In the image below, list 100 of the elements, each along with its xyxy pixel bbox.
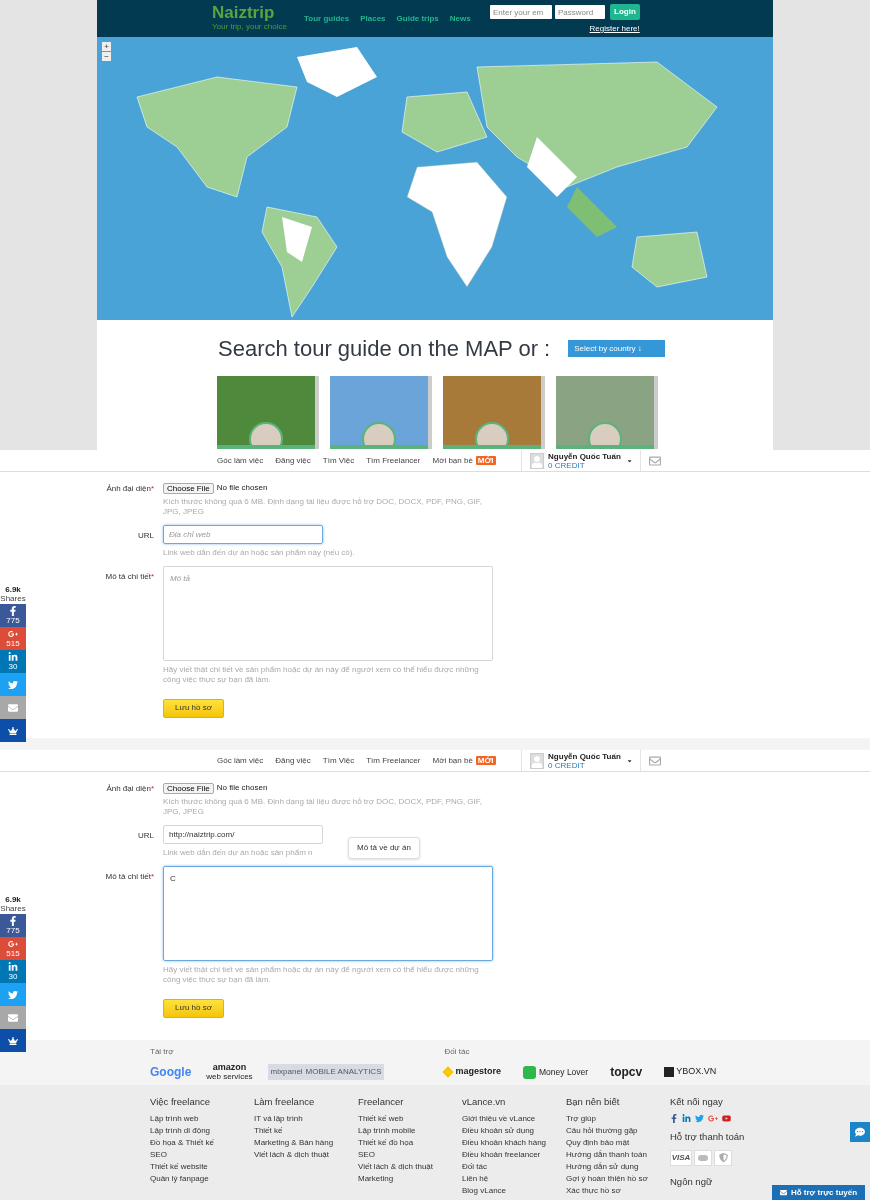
user-name[interactable]: Nguyễn Quốc Tuấn	[548, 751, 621, 761]
user-name[interactable]: Nguyễn Quốc Tuấn	[548, 451, 621, 461]
footer-link[interactable]: Điều khoản sử dụng	[462, 1125, 535, 1137]
footer-link[interactable]: Lập trình mobile	[358, 1125, 416, 1137]
password-field[interactable]: Password	[555, 5, 605, 19]
footer-link[interactable]: Điều khoản freelancer	[462, 1149, 541, 1161]
nav-link[interactable]: Places	[360, 13, 386, 25]
facebook-icon[interactable]	[670, 1114, 678, 1124]
description-field[interactable]: C	[163, 866, 493, 961]
email-field[interactable]: Enter your em	[490, 5, 552, 19]
ybox-logo: YBOX.VN	[664, 1065, 717, 1079]
shares-label: Shares	[0, 594, 26, 603]
field-label: Mô tả chi tiết*	[105, 871, 154, 883]
footer-link[interactable]: Thiết kế	[254, 1125, 283, 1137]
site-logo[interactable]: Naiztrip	[212, 4, 275, 22]
file-status: No file chosen	[216, 782, 268, 794]
search-title: Search tour guide on the MAP or :	[218, 335, 551, 363]
nav-link[interactable]: Mời bạn bè MỚI	[432, 454, 496, 467]
share-button[interactable]: 30	[0, 960, 26, 983]
share-button[interactable]: 775	[0, 604, 26, 627]
choose-file-button[interactable]: Choose File	[163, 482, 214, 494]
share-button[interactable]: 515	[0, 627, 26, 650]
footer-link[interactable]: Marketing & Bán hàng	[254, 1137, 334, 1149]
choose-file-button[interactable]: Choose File	[163, 782, 214, 794]
footer-link[interactable]: Viết lách & dịch thuật	[358, 1161, 433, 1173]
footer-heading: Ngôn ngữ	[670, 1174, 713, 1189]
footer-link[interactable]: Thiết kế web	[358, 1113, 404, 1125]
nav-link[interactable]: Đăng việc	[275, 454, 311, 467]
url-field[interactable]: http://naiztrip.com/	[163, 825, 323, 844]
amazon-logo: amazon web services	[206, 1063, 253, 1081]
url-field[interactable]: Địa chỉ web	[163, 525, 323, 544]
footer-heading: Làm freelance	[254, 1095, 315, 1109]
mail-icon[interactable]	[649, 454, 661, 467]
linkedin-icon[interactable]	[682, 1114, 691, 1124]
footer-link[interactable]: Thiết kế đồ họa	[358, 1137, 414, 1149]
save-button[interactable]: Lưu hồ sơ	[163, 998, 224, 1018]
nav-link[interactable]: Góc làm việc	[217, 754, 264, 767]
nav-link[interactable]: Tìm Việc	[322, 454, 355, 467]
footer-link[interactable]: IT và lập trình	[254, 1113, 303, 1125]
register-link[interactable]: Register here!	[589, 23, 640, 35]
twitter-icon[interactable]	[695, 1114, 704, 1124]
footer-link[interactable]: Gợi ý hoàn thiện hồ sơ	[566, 1173, 648, 1185]
nav-link[interactable]: Tìm Freelancer	[366, 454, 421, 467]
nav-link[interactable]: Mời bạn bè MỚI	[432, 754, 496, 767]
mail-icon[interactable]	[649, 754, 661, 767]
footer-link[interactable]: Lập trình di động	[150, 1125, 211, 1137]
section-label: Đối tác	[444, 1046, 470, 1058]
save-button[interactable]: Lưu hồ sơ	[163, 698, 224, 718]
footer-link[interactable]: Điều khoản khách hàng	[462, 1137, 547, 1149]
footer-link[interactable]: Blog vLance	[462, 1185, 507, 1197]
nav-link[interactable]: Đăng việc	[275, 754, 311, 767]
share-button[interactable]: 775	[0, 914, 26, 937]
footer-link[interactable]: Liên hệ	[462, 1173, 489, 1185]
footer-link[interactable]: Đồ họa & Thiết kế	[150, 1137, 214, 1149]
footer-link[interactable]: Trợ giúp	[566, 1113, 596, 1125]
share-button[interactable]: 515	[0, 937, 26, 960]
field-hint: Kích thước không quá 6 MB. Định dạng tài liệu được hỗ trợ DOC, DOCX, PDF, PNG, GIF, JPG, JPEG	[163, 497, 483, 517]
zoom-in-button[interactable]: +	[102, 42, 111, 51]
footer-link[interactable]: Đối tác	[462, 1161, 487, 1173]
footer-link[interactable]: Thiết kế website	[150, 1161, 208, 1173]
youtube-icon[interactable]	[722, 1114, 731, 1124]
chat-icon	[855, 1127, 865, 1137]
footer-link[interactable]: Hướng dẫn sử dụng	[566, 1161, 639, 1173]
caret-icon[interactable]	[626, 757, 632, 764]
footer-link[interactable]: Marketing	[358, 1173, 394, 1185]
envelope-icon	[8, 702, 18, 713]
envelope-icon	[8, 1012, 18, 1023]
footer-link[interactable]: Quản lý fanpage	[150, 1173, 209, 1185]
section-label: Tài trợ	[150, 1046, 174, 1058]
feedback-tab[interactable]	[850, 1122, 870, 1142]
footer-link[interactable]: Viết lách & dịch thuật	[254, 1149, 329, 1161]
zoom-out-button[interactable]: −	[102, 52, 111, 61]
field-hint: Kích thước không quá 6 MB. Định dạng tài liệu được hỗ trợ DOC, DOCX, PDF, PNG, GIF, JPG, JPEG	[163, 797, 483, 817]
nav-link[interactable]: Góc làm việc	[217, 454, 264, 467]
field-hint: Link web dẫn đến dự án hoặc sản phẩm này (nếu có).	[163, 548, 356, 558]
nav-link[interactable]: News	[449, 13, 471, 25]
footer-link[interactable]: Lập trình web	[150, 1113, 199, 1125]
caret-icon[interactable]	[626, 457, 632, 464]
nav-link[interactable]: Tìm Freelancer	[366, 754, 421, 767]
nav-link[interactable]: Guide trips	[396, 13, 439, 25]
footer-link[interactable]: Giới thiệu về vLance	[462, 1113, 536, 1125]
footer-link[interactable]: Xác thực hồ sơ	[566, 1185, 621, 1197]
google-logo: Google	[150, 1064, 192, 1081]
nav-link[interactable]: Tìm Việc	[322, 754, 355, 767]
share-button[interactable]	[0, 1029, 26, 1052]
nav-link[interactable]: Tour guides	[304, 13, 350, 25]
footer-link[interactable]: SEO	[150, 1149, 167, 1161]
footer-link[interactable]: Câu hỏi thường gặp	[566, 1125, 638, 1137]
google-plus-icon[interactable]	[708, 1114, 718, 1124]
share-button[interactable]	[0, 719, 26, 742]
live-support-button[interactable]: Hỗ trợ trực tuyến	[772, 1185, 865, 1200]
footer-link[interactable]: SEO	[358, 1149, 375, 1161]
footer-heading: Việc freelance	[150, 1095, 211, 1109]
footer-link[interactable]: Quy định bảo mật	[566, 1137, 630, 1149]
share-button[interactable]: 30	[0, 650, 26, 673]
footer-link[interactable]: Hướng dẫn thanh toán	[566, 1149, 647, 1161]
field-label: Mô tả chi tiết*	[105, 571, 154, 583]
field-label: Ảnh đại diện*	[106, 783, 154, 795]
twitter-icon	[8, 989, 18, 1000]
description-field[interactable]: Mô tả	[163, 566, 493, 661]
